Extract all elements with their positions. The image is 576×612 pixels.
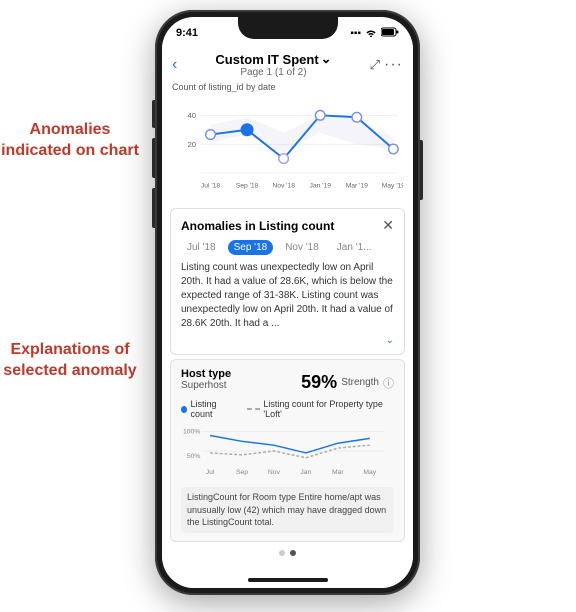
strength-label: Strength [341,377,379,388]
svg-text:Jul: Jul [206,469,215,476]
screen-content: ‹ Custom IT Spent ⌄ Page 1 (1 of 2) ⤢ ··… [162,45,413,588]
host-panel: Host type Superhost 59% Strength ⓘ Listi… [170,359,405,542]
power-button [420,140,423,200]
strength-percentage: 59% [301,372,337,393]
anomaly-tab-nov18[interactable]: Nov '18 [279,240,325,255]
wifi-icon [365,27,377,40]
svg-text:Nov '18: Nov '18 [272,183,295,190]
svg-text:20: 20 [188,140,197,149]
svg-text:Mar: Mar [332,469,344,476]
page-dot-2[interactable] [290,550,296,556]
host-caption: ListingCount for Room type Entire home/a… [181,487,394,533]
svg-text:40: 40 [188,111,197,120]
phone-screen: 9:41 ▪▪▪ ‹ Custom IT Spent ⌄ [162,17,413,588]
svg-text:May: May [363,469,376,476]
status-time: 9:41 [176,27,198,39]
svg-text:50%: 50% [187,453,201,460]
anomaly-title: Anomalies in Listing count [181,219,334,233]
notch [238,17,338,39]
anomaly-expand-icon[interactable]: ⌄ [181,335,394,346]
svg-text:Jan '19: Jan '19 [309,183,331,190]
nav-title-text: Custom IT Spent [215,52,318,67]
volume-up-button [152,138,155,178]
mute-button [152,100,155,128]
strength-info-icon[interactable]: ⓘ [383,375,394,391]
legend-dashed-loft [247,408,260,410]
volume-down-button [152,188,155,228]
host-mini-chart: 100% 50% Jul Sep Nov Jan Mar May [181,423,394,478]
chart-label: Count of listing_id by date [172,82,403,92]
battery-icon [381,27,399,40]
line-chart: 40 20 Jul '18 Sep '18 Nov '18 Jan '19 Ma… [172,94,403,204]
annotation-explanations: Explanations of selected anomaly [0,340,140,382]
chart-area: Count of listing_id by date 40 20 Jul '1… [162,78,413,204]
host-title: Host type [181,368,231,380]
anomaly-tab-jan[interactable]: Jan '1... [331,240,378,255]
anomaly-text: Listing count was unexpectedly low on Ap… [181,261,394,331]
legend-dot-blue [181,406,187,413]
signal-icon: ▪▪▪ [350,28,361,39]
svg-text:Nov: Nov [268,469,281,476]
dropdown-icon[interactable]: ⌄ [321,51,332,67]
page-dot-1[interactable] [279,550,285,556]
svg-text:Mar '19: Mar '19 [346,183,368,190]
anomaly-close-button[interactable]: ✕ [382,217,394,234]
anomaly-tab-sep18[interactable]: Sep '18 [228,240,274,255]
top-nav: ‹ Custom IT Spent ⌄ Page 1 (1 of 2) ⤢ ··… [162,45,413,78]
svg-text:Jul '18: Jul '18 [201,183,220,190]
page-dots [162,546,413,560]
anomaly-panel: Anomalies in Listing count ✕ Jul '18 Sep… [170,208,405,355]
host-legend: Listing count Listing count for Property… [181,399,394,419]
host-subtitle: Superhost [181,380,231,391]
anomaly-tabs: Jul '18 Sep '18 Nov '18 Jan '1... [181,240,394,255]
annotation-anomalies: Anomalies indicated on chart [0,120,140,162]
legend-label-loft: Listing count for Property type 'Loft' [263,399,394,419]
svg-text:100%: 100% [183,429,200,436]
nav-subtitle: Page 1 (1 of 2) [181,67,365,78]
chart-container: 40 20 Jul '18 Sep '18 Nov '18 Jan '19 Ma… [172,94,403,204]
back-button[interactable]: ‹ [172,56,177,74]
more-button[interactable]: ··· [384,56,403,74]
anomaly-tab-jul18[interactable]: Jul '18 [181,240,222,255]
legend-listing-count: Listing count [181,399,237,419]
legend-loft: Listing count for Property type 'Loft' [247,399,394,419]
home-indicator[interactable] [248,578,328,582]
nav-title-area: Custom IT Spent ⌄ Page 1 (1 of 2) [181,51,365,78]
legend-label-listing: Listing count [190,399,237,419]
phone-shell: 9:41 ▪▪▪ ‹ Custom IT Spent ⌄ [155,10,420,595]
svg-text:May '19: May '19 [382,183,403,190]
strength-container: 59% Strength ⓘ [301,372,394,393]
svg-text:Jan: Jan [300,469,311,476]
svg-text:Sep: Sep [236,469,248,476]
expand-icon[interactable]: ⤢ [370,57,380,73]
svg-text:Sep '18: Sep '18 [236,183,259,190]
